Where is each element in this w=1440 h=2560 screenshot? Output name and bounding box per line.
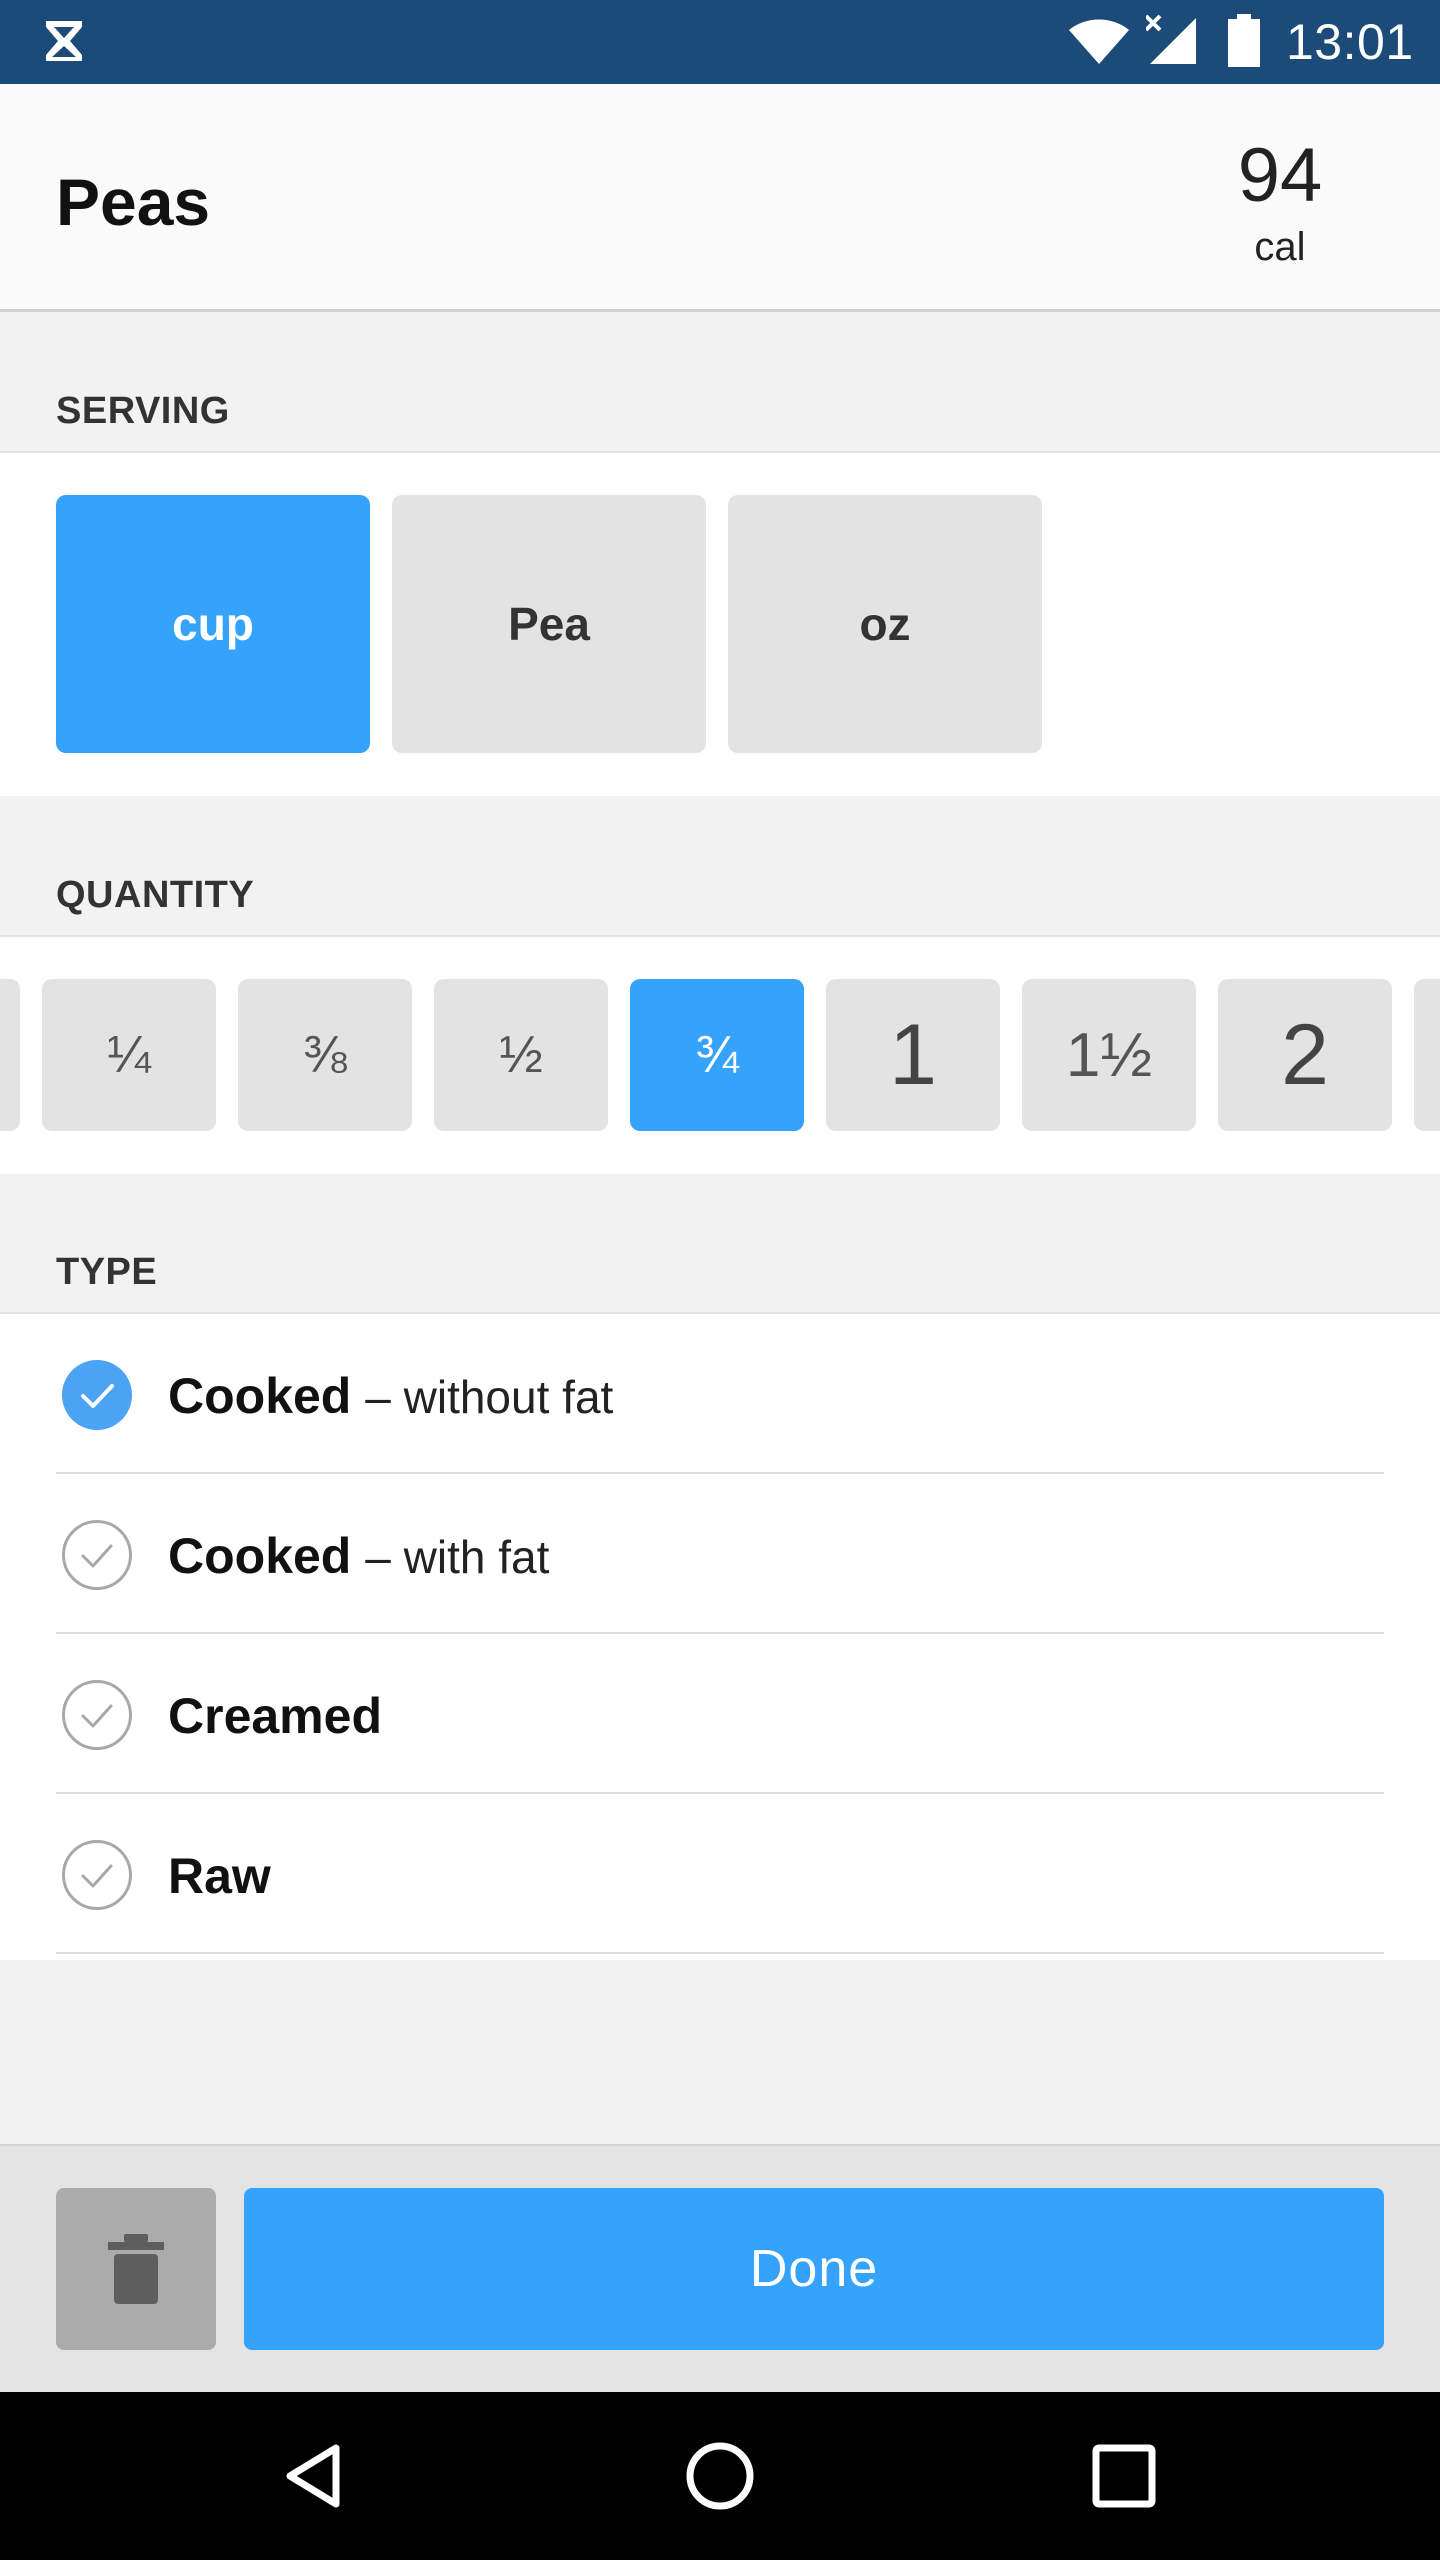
back-icon[interactable] [276,2436,356,2516]
quantity-option-one[interactable]: 1 [826,979,1000,1131]
serving-option-pea[interactable]: Pea [392,495,706,753]
serving-label: SERVING [56,390,230,432]
type-option-raw[interactable]: Raw [56,1794,1384,1954]
quantity-option-quarter[interactable]: ¼ [42,979,216,1131]
type-option-label: Creamed [168,1688,382,1744]
status-bar: 13:01 [0,0,1440,84]
check-icon [62,1680,132,1750]
serving-option-cup[interactable]: cup [56,495,370,753]
hourglass-icon [46,21,82,61]
calorie-count: 94 [1237,133,1323,218]
quantity-option-three-eighths[interactable]: ⅜ [238,979,412,1131]
status-time: 13:01 [1286,14,1414,70]
type-option-label: Cooked – without fat [168,1368,614,1424]
serving-options: cup Pea oz [0,453,1440,796]
quantity-option-two[interactable]: 2 [1218,979,1392,1131]
quantity-label: QUANTITY [56,874,255,916]
cell-signal-icon [1146,14,1196,64]
type-section-header: TYPE [0,1174,1440,1314]
quantity-section-header: QUANTITY [0,796,1440,937]
type-options: Cooked – without fat Cooked – with fat C… [0,1314,1440,1960]
quantity-option-offscreen-right[interactable] [1414,979,1440,1131]
type-option-creamed[interactable]: Creamed [56,1634,1384,1794]
battery-icon [1228,14,1260,67]
type-option-cooked-with-fat[interactable]: Cooked – with fat [56,1474,1384,1634]
type-label: TYPE [56,1251,158,1293]
quantity-options: ¼ ⅜ ½ ¾ 1 1½ 2 [0,937,1440,1174]
recents-icon[interactable] [1084,2436,1164,2516]
home-icon[interactable] [680,2436,760,2516]
quantity-option-one-and-half[interactable]: 1½ [1022,979,1196,1131]
action-bar: Done [0,2144,1440,2392]
quantity-option-offscreen-left[interactable] [0,979,20,1131]
check-icon [62,1520,132,1590]
check-icon [62,1360,132,1430]
type-option-cooked-without-fat[interactable]: Cooked – without fat [56,1314,1384,1474]
calorie-unit: cal [1254,225,1306,269]
quantity-option-half[interactable]: ½ [434,979,608,1131]
done-button[interactable]: Done [244,2188,1384,2350]
food-header: Peas 94 cal [0,84,1440,312]
type-option-label: Raw [168,1848,271,1904]
serving-section-header: SERVING [0,312,1440,453]
food-title: Peas [56,165,211,239]
system-nav-bar [0,2392,1440,2560]
delete-button[interactable] [56,2188,216,2350]
trash-icon [108,2234,164,2304]
wifi-icon [1069,19,1129,64]
quantity-option-three-quarters[interactable]: ¾ [630,979,804,1131]
serving-option-oz[interactable]: oz [728,495,1042,753]
type-option-label: Cooked – with fat [168,1528,550,1584]
check-icon [62,1840,132,1910]
